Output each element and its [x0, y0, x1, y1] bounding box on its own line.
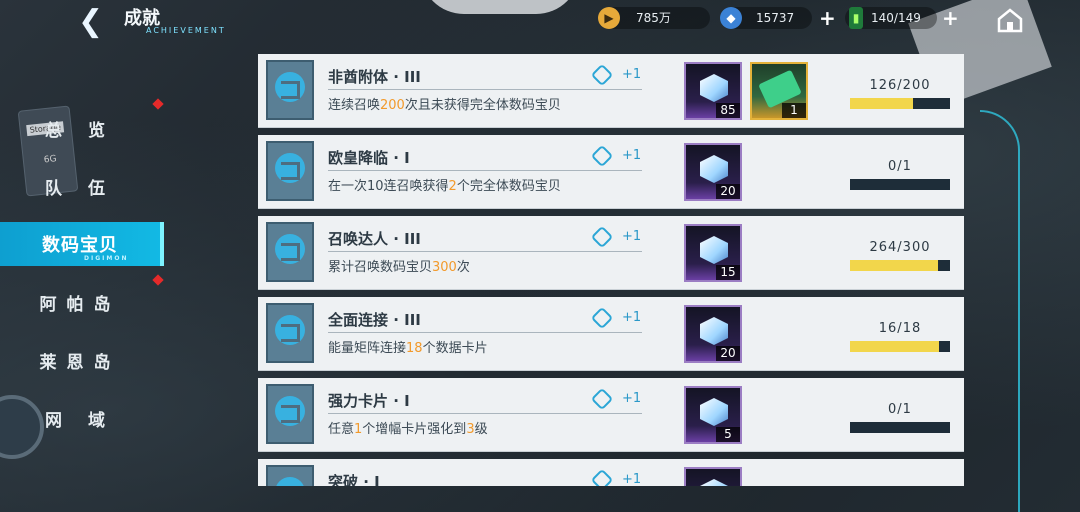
progress-bar: [850, 179, 950, 190]
achievement-description: 在一次10连召唤获得2个完全体数码宝贝: [328, 179, 561, 194]
achievement-point-icon: [590, 387, 614, 411]
progress-text: 126/200: [869, 78, 931, 93]
achievement-name: 欧皇降临 · I: [328, 149, 410, 167]
energy-counter: ▮ 140/149: [845, 7, 937, 29]
achievement-row[interactable]: 全面连接 · III +1 能量矩阵连接18个数据卡片 20 16/18: [258, 297, 964, 371]
progress-bar: [850, 260, 950, 271]
achievement-row[interactable]: 召唤达人 · III +1 累计召唤数码宝贝300次 15 264/300: [258, 216, 964, 290]
cube-icon: ◆: [720, 7, 742, 29]
progress-fill: [850, 98, 913, 109]
cube-icon: [700, 398, 728, 426]
progress-fill: [850, 260, 938, 271]
divider: [328, 413, 642, 414]
reward-item[interactable]: 85: [684, 62, 742, 120]
achievement-points: +1: [622, 472, 642, 486]
achievement-description: 能量矩阵连接18个数据卡片: [328, 341, 488, 356]
home-icon: [997, 8, 1023, 33]
achievement-description: 累计召唤数码宝贝300次: [328, 260, 470, 275]
progress-text: 0/1: [888, 402, 912, 417]
achievement-description: 连续召唤200次且未获得完全体数码宝贝: [328, 98, 561, 113]
cube-icon: [700, 155, 728, 183]
achievement-row[interactable]: 欧皇降临 · I +1 在一次10连召唤获得2个完全体数码宝贝 20 0/1: [258, 135, 964, 209]
achievement-icon: [266, 141, 314, 201]
sidebar-item-apa-island[interactable]: 阿帕岛: [0, 280, 160, 324]
achievement-icon: [266, 384, 314, 444]
battery-icon: ▮: [849, 7, 863, 29]
play-coin-icon: ▶: [598, 7, 620, 29]
reward-item[interactable]: 1: [750, 62, 808, 120]
cube-counter: ◆ 15737: [720, 7, 812, 29]
sidebar-item-team[interactable]: 队 伍: [0, 164, 160, 208]
divider: [328, 251, 642, 252]
chevron-left-icon: ❮: [78, 4, 104, 39]
achievement-points: +1: [622, 310, 642, 325]
reward-item[interactable]: 20: [684, 143, 742, 201]
achievement-points: +1: [622, 67, 642, 82]
sidebar-item-net-domain[interactable]: 网 域: [0, 396, 160, 440]
reward-item[interactable]: 20: [684, 305, 742, 363]
progress-text: 0/1: [888, 159, 912, 174]
progress-bar: [850, 422, 950, 433]
cube-icon: [700, 479, 728, 486]
achievement-row[interactable]: 非酋附体 · III +1 连续召唤200次且未获得完全体数码宝贝 85 1 126/20…: [258, 54, 964, 128]
reward-item[interactable]: 5: [684, 386, 742, 444]
energy-value: 140/149: [871, 11, 921, 25]
achievement-icon: [266, 303, 314, 363]
achievement-points: +1: [622, 391, 642, 406]
sidebar-item-digimon[interactable]: 数码宝贝 DIGIMON: [0, 222, 164, 266]
cube-icon: [700, 317, 728, 345]
reward-count: 20: [716, 346, 740, 361]
achievement-name: 全面连接 · III: [328, 311, 421, 329]
reward-item[interactable]: [684, 467, 742, 486]
achievement-point-icon: [590, 468, 614, 486]
achievement-icon: [266, 222, 314, 282]
cube-icon: [700, 236, 728, 264]
cube-value: 15737: [756, 11, 795, 25]
sidebar-item-lain-island[interactable]: 莱恩岛: [0, 338, 160, 382]
coin-value: 785万: [636, 11, 671, 25]
progress-bar: [850, 341, 950, 352]
achievement-name: 召唤达人 · III: [328, 230, 421, 248]
sidebar-item-overview[interactable]: 总 览: [0, 106, 160, 150]
achievement-row[interactable]: 突破 · I +1: [258, 459, 964, 486]
reward-count: 20: [716, 184, 740, 199]
divider: [328, 170, 642, 171]
coin-counter: ▶ 785万: [598, 7, 710, 29]
achievement-name: 突破 · I: [328, 473, 380, 486]
achievement-icon: [266, 60, 314, 120]
add-energy-button[interactable]: +: [942, 7, 959, 29]
page-subtitle: ACHIEVEMENT: [146, 26, 226, 35]
achievement-name: 非酋附体 · III: [328, 68, 421, 86]
achievement-name: 强力卡片 · I: [328, 392, 410, 410]
achievement-row[interactable]: 强力卡片 · I +1 任意1个增幅卡片强化到3级 5 0/1: [258, 378, 964, 452]
home-button[interactable]: [996, 6, 1024, 34]
back-button[interactable]: ❮: [78, 6, 108, 38]
divider: [328, 89, 642, 90]
achievement-points: +1: [622, 148, 642, 163]
achievement-description: 任意1个增幅卡片强化到3级: [328, 422, 488, 437]
reward-count: 5: [716, 427, 740, 442]
progress-bar: [850, 98, 950, 109]
achievement-point-icon: [590, 306, 614, 330]
add-cube-button[interactable]: +: [819, 7, 836, 29]
reward-count: 85: [716, 103, 740, 118]
achievement-points: +1: [622, 229, 642, 244]
achievement-list[interactable]: 非酋附体 · III +1 连续召唤200次且未获得完全体数码宝贝 85 1 126/20…: [258, 54, 966, 486]
achievement-icon: [266, 465, 314, 486]
progress-text: 264/300: [869, 240, 931, 255]
progress-fill: [850, 341, 939, 352]
reward-count: 1: [782, 103, 806, 118]
achievement-point-icon: [590, 144, 614, 168]
progress-text: 16/18: [878, 321, 922, 336]
background-cable: [980, 110, 1020, 512]
achievement-point-icon: [590, 63, 614, 87]
cube-icon: [700, 74, 728, 102]
reward-item[interactable]: 15: [684, 224, 742, 282]
divider: [328, 332, 642, 333]
reward-count: 15: [716, 265, 740, 280]
achievement-point-icon: [590, 225, 614, 249]
